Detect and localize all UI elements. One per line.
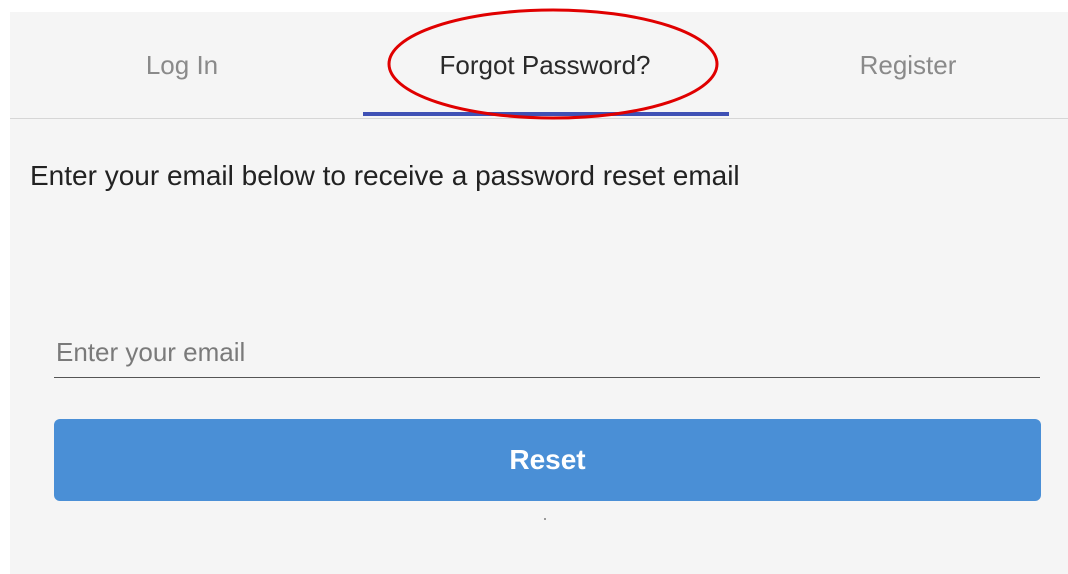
instruction-text: Enter your email below to receive a pass… bbox=[30, 160, 740, 191]
tab-register-label: Register bbox=[859, 49, 957, 80]
reset-button[interactable]: Reset bbox=[54, 419, 1041, 501]
active-tab-indicator bbox=[363, 112, 729, 116]
stray-dot bbox=[544, 518, 546, 520]
forgot-password-panel: Log In Forgot Password? Register Enter y… bbox=[10, 8, 1068, 574]
auth-tabs: Log In Forgot Password? Register bbox=[10, 12, 1068, 119]
tab-register[interactable]: Register bbox=[726, 12, 1068, 118]
tab-forgot-password[interactable]: Forgot Password? bbox=[363, 12, 727, 118]
email-field[interactable] bbox=[54, 328, 1040, 378]
tab-log-in-label: Log In bbox=[145, 49, 219, 80]
tab-log-in[interactable]: Log In bbox=[0, 12, 364, 118]
tab-forgot-password-label: Forgot Password? bbox=[439, 49, 651, 80]
